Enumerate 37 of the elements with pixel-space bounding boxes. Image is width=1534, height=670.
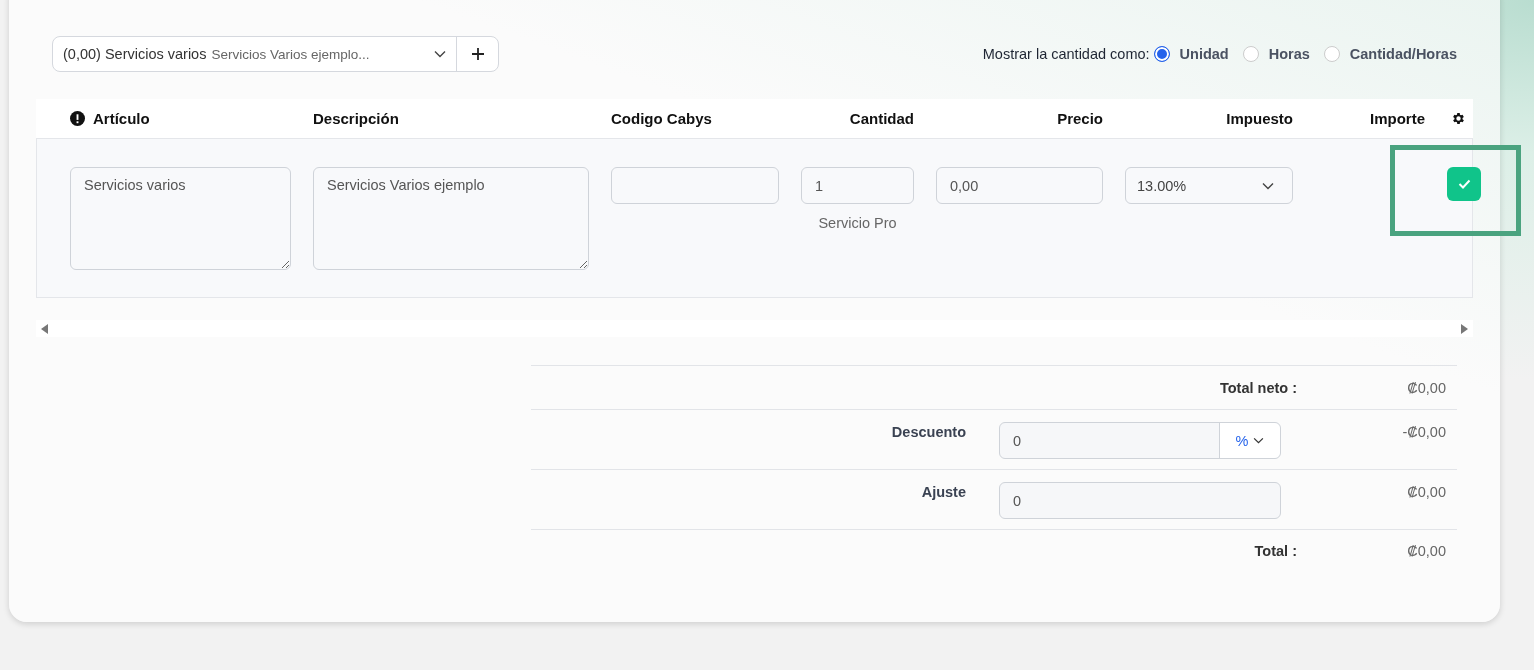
column-header: Artículo bbox=[93, 110, 150, 127]
total-amount: ₡0,00 bbox=[1406, 483, 1446, 502]
tax-select[interactable]: 13.00% bbox=[1125, 167, 1293, 204]
description-field[interactable]: Servicios Varios ejemplo bbox=[313, 167, 589, 270]
column-header: Precio bbox=[1057, 110, 1103, 127]
column-header: Descripción bbox=[313, 110, 399, 127]
quantity-field[interactable]: 1 bbox=[801, 167, 914, 204]
article-field[interactable]: Servicios varios bbox=[70, 167, 291, 270]
column-header: Codigo Cabys bbox=[611, 110, 712, 127]
adjust-field[interactable]: 0 bbox=[999, 482, 1281, 519]
radio-option[interactable]: Horas bbox=[1242, 46, 1310, 62]
settings-icon[interactable] bbox=[1450, 111, 1466, 126]
cabys-field[interactable] bbox=[611, 167, 779, 204]
total-amount: -₡0,00 bbox=[1401, 423, 1446, 442]
radio-option[interactable]: Cantidad/Horas bbox=[1323, 46, 1457, 62]
unit-select[interactable]: % bbox=[1219, 423, 1280, 458]
total-label: Total : bbox=[1253, 543, 1297, 559]
quantity-mode-label: Mostrar la cantidad como: bbox=[982, 46, 1150, 62]
total-amount: ₡0,00 bbox=[1406, 543, 1446, 559]
unit-label: Servicio Pro bbox=[818, 215, 897, 231]
chevron-down-icon bbox=[1262, 181, 1274, 190]
total-label: Total neto : bbox=[1218, 379, 1297, 396]
total-amount: ₡0,00 bbox=[1406, 379, 1446, 396]
column-header: Impuesto bbox=[1226, 110, 1293, 127]
discount-field[interactable]: 0 % bbox=[999, 422, 1281, 459]
radio-button[interactable] bbox=[1153, 46, 1170, 62]
total-label: Ajuste bbox=[920, 483, 966, 502]
scroll-left-icon[interactable] bbox=[41, 323, 49, 334]
column-header: Cantidad bbox=[849, 110, 914, 127]
column-header: Importe bbox=[1370, 110, 1425, 127]
scroll-right-icon[interactable] bbox=[1460, 323, 1468, 334]
price-field[interactable]: 0,00 bbox=[936, 167, 1103, 204]
check-icon bbox=[1457, 179, 1471, 189]
chevron-down-icon bbox=[1253, 437, 1265, 444]
horizontal-scrollbar[interactable] bbox=[36, 320, 1473, 337]
radio-option[interactable]: Unidad bbox=[1153, 46, 1229, 62]
total-label: Descuento bbox=[890, 423, 966, 442]
